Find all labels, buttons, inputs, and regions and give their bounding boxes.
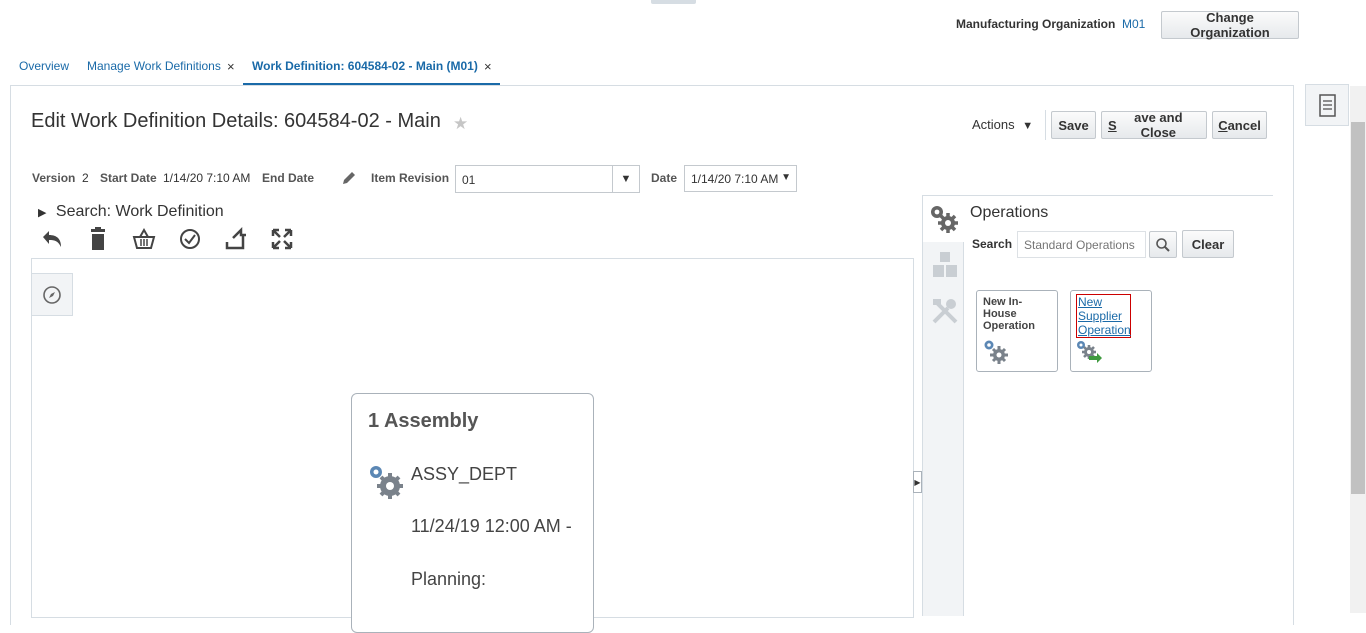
edit-pencil-icon[interactable] xyxy=(340,169,358,190)
actions-label: Actions xyxy=(972,117,1015,132)
page-title: Edit Work Definition Details: 604584-02 … xyxy=(31,110,441,132)
refresh-icon[interactable] xyxy=(222,226,250,252)
operation-card[interactable]: 1 Assembly ASSY_DEPT 11/24/19 12:00 AM -… xyxy=(351,393,594,633)
org-label: Manufacturing Organization xyxy=(956,17,1116,31)
undo-icon[interactable] xyxy=(38,226,66,252)
disclosure-triangle-icon: ▶ xyxy=(38,207,47,219)
tile-label-line: Operation xyxy=(1078,323,1131,337)
top-drag-handle[interactable] xyxy=(651,0,696,4)
chevron-down-icon[interactable]: ▼ xyxy=(612,166,639,192)
search-section-label: Search: Work Definition xyxy=(55,203,224,220)
search-icon[interactable] xyxy=(1149,231,1177,258)
change-organization-button[interactable]: Change Organization xyxy=(1161,10,1299,40)
resources-icon[interactable] xyxy=(931,250,959,283)
expand-icon[interactable] xyxy=(268,226,296,252)
scrollbar-thumb[interactable] xyxy=(1351,122,1365,494)
planning-label: Planning: xyxy=(411,569,487,589)
supplier-gears-icon xyxy=(1075,339,1103,366)
date-value: 1/14/20 7:10 AM xyxy=(691,172,779,186)
toolbar-separator xyxy=(1045,110,1046,140)
tile-label-line: Supplier xyxy=(1078,309,1123,323)
tools-icon[interactable] xyxy=(930,296,960,329)
tab-work-definition[interactable]: Work Definition: 604584-02 - Main (M01) xyxy=(252,59,478,73)
delete-icon[interactable] xyxy=(84,226,112,252)
tab-overview[interactable]: Overview xyxy=(19,59,69,73)
tab-manage-work-definitions[interactable]: Manage Work Definitions xyxy=(87,59,221,73)
gears-icon xyxy=(931,206,958,233)
operations-search-input[interactable] xyxy=(1017,231,1146,258)
item-revision-select[interactable]: 01 ▼ xyxy=(455,165,640,193)
operation-date: 11/24/19 12:00 AM - xyxy=(411,516,572,536)
actions-menu[interactable]: Actions ▼ xyxy=(972,117,1033,132)
save-button[interactable]: Save xyxy=(1051,111,1096,139)
end-date-label: End Date xyxy=(262,171,315,185)
tab-close-icon[interactable]: × xyxy=(227,59,235,74)
department-label: ASSY_DEPT xyxy=(411,464,518,484)
tab-close-icon[interactable]: × xyxy=(484,59,492,74)
operations-title: Operations xyxy=(970,204,1049,221)
operations-rail-tab-active[interactable] xyxy=(922,196,964,242)
side-panel-toggle[interactable] xyxy=(1305,84,1349,126)
start-date-value: 1/14/20 7:10 AM xyxy=(163,171,251,185)
tile-label-line: New xyxy=(1078,295,1103,309)
operations-divider xyxy=(922,195,1273,196)
item-revision-label: Item Revision xyxy=(371,171,450,185)
org-value: M01 xyxy=(1122,17,1146,31)
gears-icon xyxy=(366,462,406,505)
search-work-definition-toggle[interactable]: ▶ Search: Work Definition xyxy=(38,203,224,221)
operation-card-title: 1 Assembly xyxy=(368,410,479,432)
item-revision-value: 01 xyxy=(462,173,476,187)
basket-icon[interactable] xyxy=(130,226,158,252)
new-supplier-operation-tile[interactable]: New Supplier Operation xyxy=(1070,290,1152,372)
gears-icon xyxy=(982,338,1010,369)
tile-label-line: Operation xyxy=(983,320,1035,332)
date-select[interactable]: 1/14/20 7:10 AM ▼ xyxy=(684,165,797,192)
version-label: Version xyxy=(32,171,76,185)
chevron-down-icon: ▼ xyxy=(781,172,791,183)
cancel-button[interactable]: Cancel xyxy=(1212,111,1267,139)
validate-icon[interactable] xyxy=(176,226,204,252)
new-in-house-operation-tile[interactable]: New In- House Operation xyxy=(976,290,1058,372)
save-and-close-button[interactable]: Save and Close xyxy=(1101,110,1207,140)
panel-collapse-handle[interactable]: ▶ xyxy=(913,471,922,493)
date-label: Date xyxy=(651,171,678,185)
version-value: 2 xyxy=(82,171,89,185)
tile-label-line: New In- xyxy=(983,296,1023,308)
document-icon xyxy=(1319,94,1336,117)
start-date-label: Start Date xyxy=(100,171,157,185)
compass-icon[interactable] xyxy=(31,273,73,316)
star-icon[interactable]: ★ xyxy=(453,114,468,134)
chevron-down-icon: ▼ xyxy=(1022,120,1034,132)
tile-label-line: House xyxy=(983,308,1017,320)
operations-search-label: Search xyxy=(972,237,1013,251)
clear-button[interactable]: Clear xyxy=(1182,230,1234,258)
